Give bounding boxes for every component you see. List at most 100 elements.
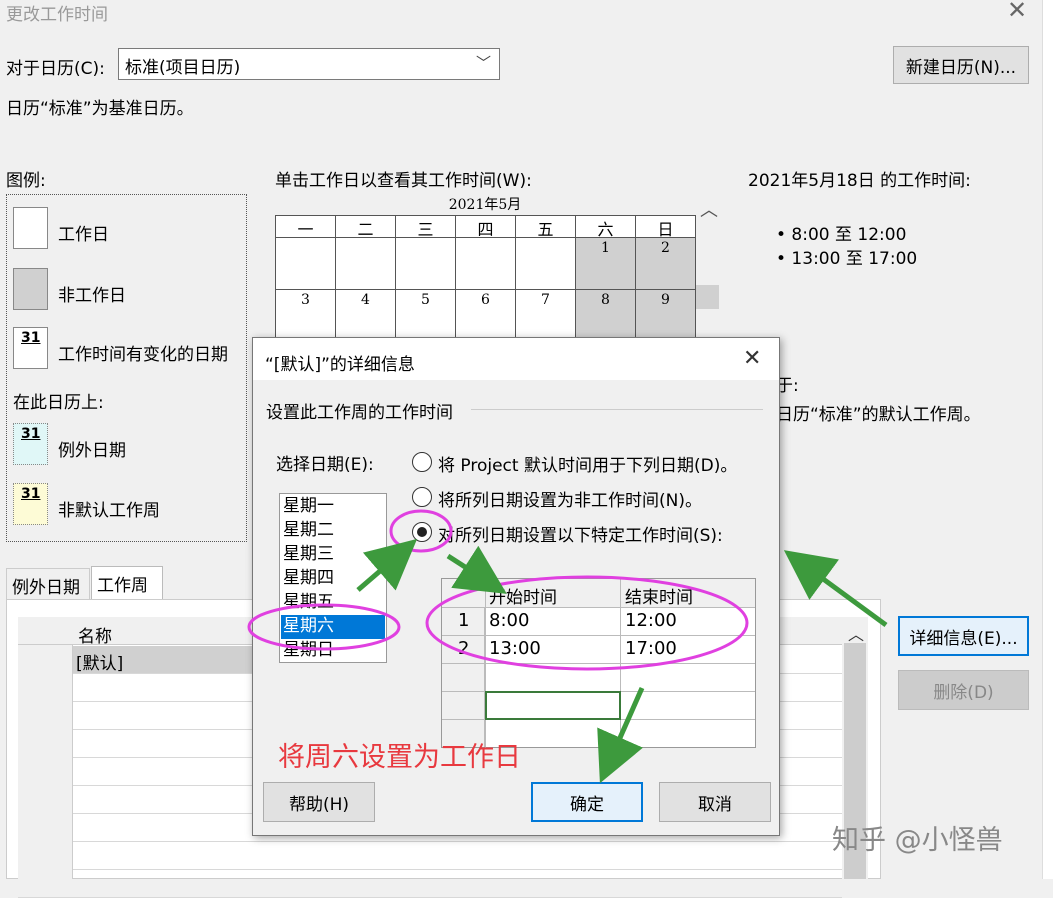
work-times-default-week: 日历“标准”的默认工作周。 — [776, 405, 981, 425]
col-end-header: 结束时间 — [625, 588, 693, 608]
calendar-scroll-up-icon[interactable]: ︿ — [700, 196, 718, 222]
dialog-section-title: 设置此工作周的工作时间 — [266, 403, 453, 423]
calendar-day-2[interactable]: 5 — [396, 290, 456, 342]
listbox-item-day[interactable]: 星期四 — [281, 567, 385, 591]
end-time-cell[interactable]: 17:00 — [625, 638, 677, 659]
option-default-time-label[interactable]: 将 Project 默认时间用于下列日期(D)。 — [438, 451, 737, 476]
base-calendar-note: 日历“标准”为基准日历。 — [6, 99, 194, 119]
details-button[interactable]: 详细信息(E)... — [898, 616, 1029, 656]
calendar-day-3[interactable] — [456, 238, 516, 290]
radio-nonworking[interactable] — [412, 487, 432, 507]
listbox-item-day[interactable]: 星期日 — [281, 639, 385, 663]
legend-changed-label: 工作时间有变化的日期 — [58, 345, 228, 365]
legend-changed-swatch: 31 — [13, 327, 48, 369]
legend-nonwork-label: 非工作日 — [58, 286, 126, 306]
weekday-header-2: 三 — [396, 216, 456, 239]
legend-nonwork-swatch — [13, 268, 48, 310]
radio-specific-time[interactable] — [412, 522, 432, 542]
weekday-header-0: 一 — [276, 216, 336, 239]
details-dialog: “[默认]”的详细信息 ✕ 设置此工作周的工作时间 选择日期(E): 星期一 星期… — [252, 337, 780, 836]
time-row-number: 1 — [458, 610, 470, 631]
legend-exception-num: 31 — [21, 426, 41, 442]
table-row-divider — [18, 869, 842, 870]
legend-nondefault-label: 非默认工作周 — [58, 501, 160, 521]
legend-work-label: 工作日 — [58, 225, 109, 245]
dialog-close-icon[interactable]: ✕ — [743, 346, 761, 371]
legend-work-swatch — [13, 207, 48, 249]
legend-exception-swatch: 31 — [13, 423, 48, 465]
radio-default-time[interactable] — [412, 452, 432, 472]
legend-on-calendar-title: 在此日历上: — [13, 393, 104, 413]
background-window-edge — [1042, 0, 1053, 879]
dialog-title: “[默认]”的详细信息 — [265, 355, 415, 375]
listbox-item-day[interactable]: 星期二 — [281, 519, 385, 543]
calendar-scroll-thumb[interactable] — [695, 285, 719, 309]
calendar-day-1[interactable]: 4 — [336, 290, 396, 342]
delete-button[interactable]: 删除(D) — [898, 670, 1029, 710]
weekday-header-5: 六 — [576, 216, 636, 239]
legend-title: 图例: — [6, 171, 46, 191]
calendar-day-4[interactable]: 7 — [516, 290, 576, 342]
calendar-prompt: 单击工作日以查看其工作时间(W): — [275, 171, 532, 191]
col-divider — [620, 579, 621, 749]
col-start-header: 开始时间 — [489, 588, 557, 608]
calendar-for-label: 对于日历(C): — [6, 59, 105, 79]
calendar-day-6[interactable]: 2 — [636, 238, 696, 290]
window-close-icon[interactable]: ✕ — [1002, 0, 1032, 22]
chevron-down-icon: ﹀ — [475, 54, 491, 72]
time-table: 开始时间 结束时间 1 8:00 12:00 2 13:00 17:00 — [441, 578, 756, 749]
calendar-day-5[interactable]: 1 — [576, 238, 636, 290]
calendar-day-1[interactable] — [336, 238, 396, 290]
weekday-header-1: 二 — [336, 216, 396, 239]
weekday-header-6: 日 — [636, 216, 696, 239]
calendar-grid: 一二三四五六日 12 3456789 — [275, 215, 696, 342]
help-button[interactable]: 帮助(H) — [263, 782, 375, 822]
listbox-item-day[interactable]: 星期五 — [281, 591, 385, 615]
col-name-header: 名称 — [78, 627, 112, 647]
legend-nondefault-num: 31 — [21, 486, 41, 502]
table-row-divider — [18, 841, 842, 842]
time-row-number: 2 — [458, 638, 470, 659]
calendar-day-0[interactable] — [276, 238, 336, 290]
option-nonworking-label[interactable]: 将所列日期设置为非工作时间(N)。 — [438, 486, 702, 511]
row-divider — [442, 635, 755, 636]
legend-changed-num: 31 — [21, 330, 41, 346]
new-calendar-button[interactable]: 新建日历(N)... — [893, 46, 1029, 84]
section-divider — [471, 409, 763, 410]
ok-button[interactable]: 确定 — [531, 782, 643, 822]
row-name[interactable]: [默认] — [76, 649, 123, 674]
calendar-day-6[interactable]: 9 — [636, 290, 696, 342]
calendar-select[interactable]: 标准(项目日历) ﹀ — [118, 48, 500, 80]
tab-exceptions[interactable]: 例外日期 — [6, 568, 90, 599]
start-time-cell[interactable]: 13:00 — [489, 638, 541, 659]
scroll-up-icon[interactable]: ︿ — [848, 621, 864, 645]
tab-work-weeks[interactable]: 工作周 — [91, 566, 163, 599]
calendar-select-value: 标准(项目日历) — [125, 58, 241, 78]
calendar-day-0[interactable]: 3 — [276, 290, 336, 342]
legend-exception-label: 例外日期 — [58, 441, 126, 461]
watermark: 知乎 @小怪兽 — [832, 825, 1003, 856]
work-times-title: 2021年5月18日 的工作时间: — [748, 171, 971, 191]
calendar-day-4[interactable] — [516, 238, 576, 290]
listbox-item-day[interactable]: 星期三 — [281, 543, 385, 567]
annotation-text: 将周六设置为工作日 — [278, 742, 521, 773]
listbox-item-day[interactable]: 星期一 — [281, 495, 385, 519]
window-title: 更改工作时间 — [6, 5, 108, 25]
end-time-cell[interactable]: 12:00 — [625, 610, 677, 631]
col-divider — [485, 579, 486, 749]
legend-nondefault-swatch: 31 — [13, 483, 48, 525]
row-header-gutter — [18, 645, 73, 879]
cancel-button[interactable]: 取消 — [659, 782, 771, 822]
weekday-header-3: 四 — [456, 216, 516, 239]
active-cell[interactable] — [485, 691, 621, 720]
option-specific-time-label[interactable]: 对所列日期设置以下特定工作时间(S): — [438, 521, 723, 546]
calendar-day-2[interactable] — [396, 238, 456, 290]
row-divider — [442, 663, 755, 664]
calendar-month: 2021年5月 — [448, 197, 522, 213]
days-listbox[interactable]: 星期一 星期二 星期三 星期四 星期五 星期六 星期日 — [279, 493, 387, 663]
start-time-cell[interactable]: 8:00 — [489, 610, 529, 631]
select-days-label: 选择日期(E): — [276, 455, 374, 475]
calendar-day-3[interactable]: 6 — [456, 290, 516, 342]
calendar-day-5[interactable]: 8 — [576, 290, 636, 342]
listbox-item-day[interactable]: 星期六 — [281, 615, 385, 639]
